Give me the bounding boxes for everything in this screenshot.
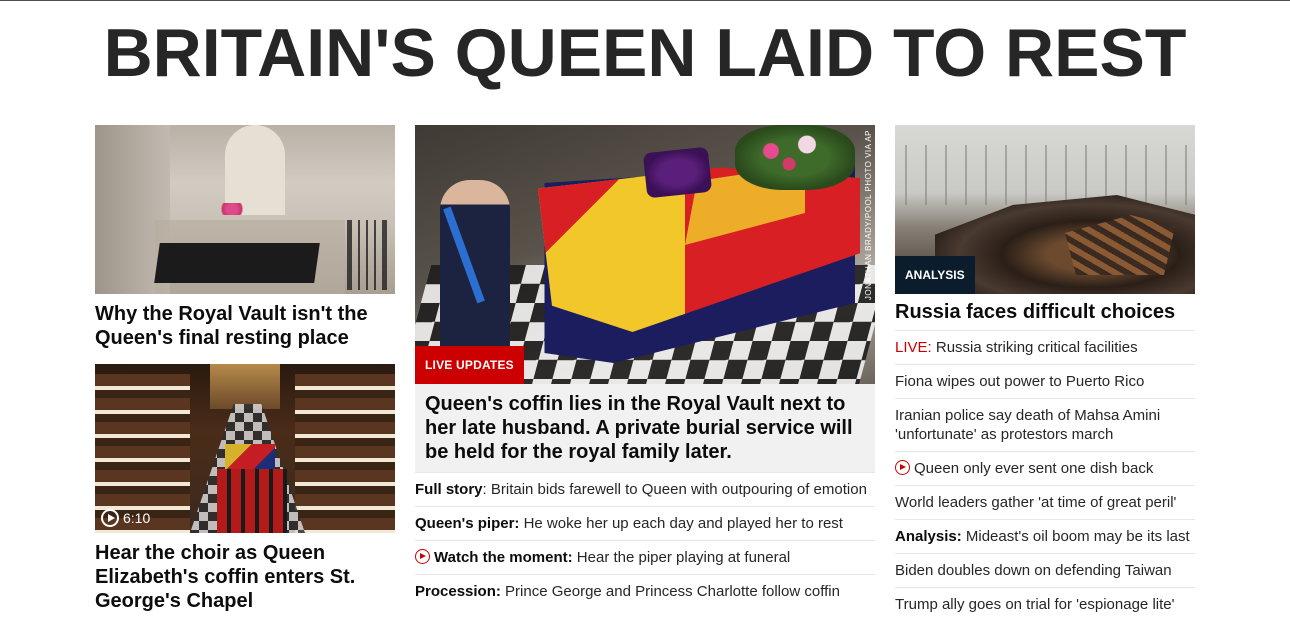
headline-link[interactable]: LIVE: Russia striking critical facilitie… xyxy=(895,331,1195,365)
headline-list: LIVE: Russia striking critical facilitie… xyxy=(895,331,1195,621)
related-link[interactable]: Procession: Prince George and Princess C… xyxy=(415,574,875,608)
russia-story-link[interactable]: Russia faces difficult choices xyxy=(895,300,1195,331)
related-link[interactable]: Queen's piper: He woke her up each day a… xyxy=(415,506,875,540)
photo-credit: JONATHAN BRADY/POOL PHOTO VIA AP xyxy=(864,130,873,301)
video-duration: 6:10 xyxy=(123,510,151,526)
choir-story: 6:10 Hear the choir as Queen Elizabeth's… xyxy=(95,364,395,613)
headline-link[interactable]: Iranian police say death of Mahsa Amini … xyxy=(895,399,1195,452)
headline-link[interactable]: Biden doubles down on defending Taiwan xyxy=(895,554,1195,588)
headline-link[interactable]: Analysis: Mideast's oil boom may be its … xyxy=(895,520,1195,554)
royal-vault-story-link[interactable]: Why the Royal Vault isn't the Queen's fi… xyxy=(95,302,395,350)
headline-link[interactable]: Queen only ever sent one dish back xyxy=(895,452,1195,486)
center-column: JONATHAN BRADY/POOL PHOTO VIA AP LIVE UP… xyxy=(415,125,875,608)
royal-vault-coffin-image[interactable]: JONATHAN BRADY/POOL PHOTO VIA AP LIVE UP… xyxy=(415,125,875,384)
main-story-related-links: Full story: Britain bids farewell to Que… xyxy=(415,472,875,608)
headline-link[interactable]: Trump ally goes on trial for 'espionage … xyxy=(895,588,1195,621)
live-updates-label[interactable]: LIVE UPDATES xyxy=(415,346,524,384)
related-link[interactable]: Full story: Britain bids farewell to Que… xyxy=(415,472,875,506)
related-link[interactable]: Watch the moment: Hear the piper playing… xyxy=(415,540,875,574)
play-icon xyxy=(415,549,430,564)
analysis-label[interactable]: ANALYSIS xyxy=(895,256,975,294)
royal-vault-image[interactable] xyxy=(95,125,395,294)
headline-link[interactable]: Fiona wipes out power to Puerto Rico xyxy=(895,365,1195,399)
russia-wreckage-image[interactable]: ANALYSIS xyxy=(895,125,1195,294)
page-headline[interactable]: BRITAIN'S QUEEN LAID TO REST xyxy=(0,13,1290,93)
main-story-link[interactable]: Queen's coffin lies in the Royal Vault n… xyxy=(415,384,875,472)
choir-story-link[interactable]: Hear the choir as Queen Elizabeth's coff… xyxy=(95,541,395,613)
right-column: ANALYSIS Russia faces difficult choices … xyxy=(895,125,1195,621)
headline-link[interactable]: World leaders gather 'at time of great p… xyxy=(895,486,1195,520)
video-duration-badge: 6:10 xyxy=(101,509,150,527)
left-column: Why the Royal Vault isn't the Queen's fi… xyxy=(95,125,395,612)
play-icon xyxy=(895,460,910,475)
chapel-choir-video-thumbnail[interactable]: 6:10 xyxy=(95,364,395,533)
play-icon xyxy=(101,509,119,527)
